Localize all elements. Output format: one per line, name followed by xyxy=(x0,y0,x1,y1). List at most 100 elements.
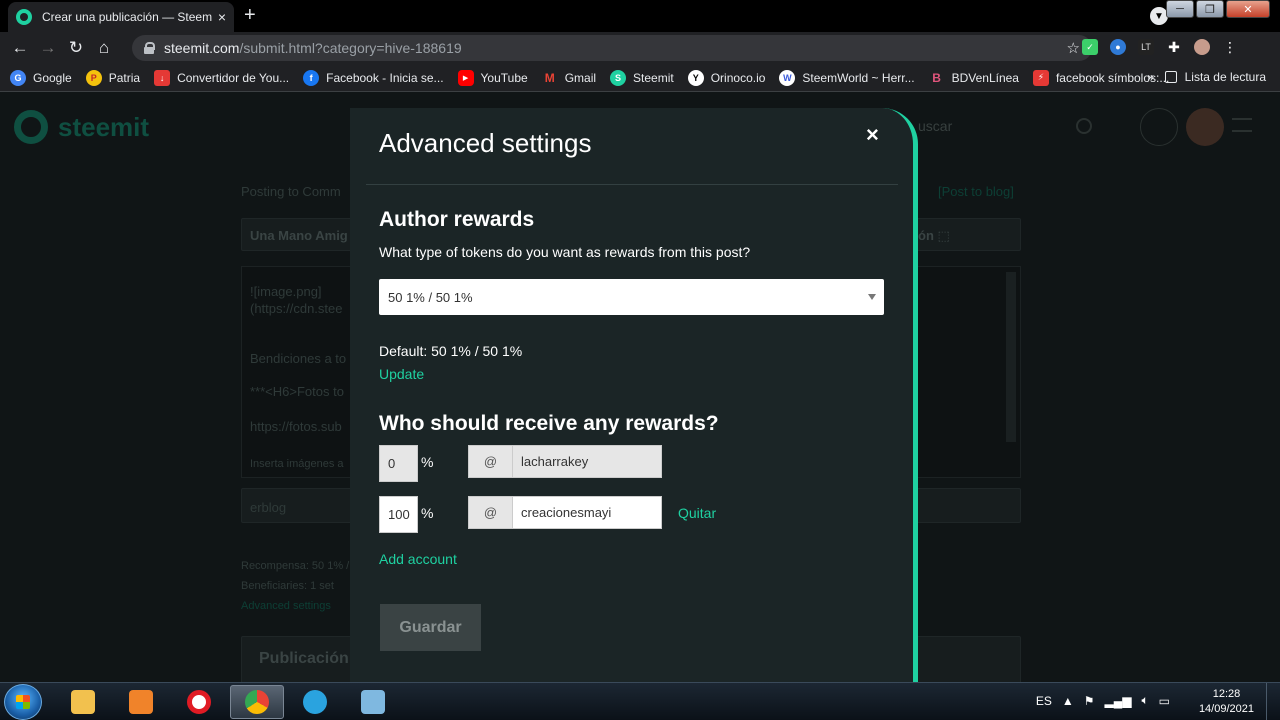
beneficiary-account-input[interactable]: creacionesmayi xyxy=(512,496,662,529)
media-player-icon xyxy=(129,690,153,714)
taskbar-notepad[interactable] xyxy=(346,685,400,719)
browser-toolbar: ← → ↻ ⌂ steemit.com/submit.html?category… xyxy=(0,32,1280,64)
body-line: ***<H6>Fotos to xyxy=(250,384,344,399)
bookmark-steemworld[interactable]: W SteemWorld ~ Herr... xyxy=(779,69,915,86)
percent-sign: % xyxy=(421,454,434,470)
extension-globe-icon[interactable]: ● xyxy=(1110,39,1126,55)
bookmarks-bar: G Google P Patria ↓ Convertidor de You... f… xyxy=(0,64,1280,92)
orinoco-icon: Y xyxy=(687,69,704,86)
bookmark-youtube[interactable]: ▶ YouTube xyxy=(457,69,528,86)
close-icon[interactable]: × xyxy=(866,122,879,148)
bookmark-steemit[interactable]: S Steemit xyxy=(610,69,674,86)
beneficiary-percent-input[interactable]: 100 xyxy=(379,496,418,533)
taskbar-opera[interactable] xyxy=(172,685,226,719)
at-sign-addon: @ xyxy=(468,445,513,478)
url-text: steemit.com/submit.html?category=hive-18… xyxy=(164,40,462,56)
tray-expand-icon[interactable]: ▲ xyxy=(1062,694,1074,708)
add-account-link[interactable]: Add account xyxy=(379,551,457,567)
post-to-blog-link: [Post to blog] xyxy=(938,184,1014,199)
reload-icon[interactable]: ↻ xyxy=(62,38,90,58)
extension-text-icon[interactable]: LT xyxy=(1138,39,1154,55)
body-line: ![image.png] xyxy=(250,284,322,299)
body-line: (https://cdn.stee xyxy=(250,301,343,316)
extension-shield-icon[interactable]: ✓ xyxy=(1082,39,1098,55)
taskbar-telegram[interactable] xyxy=(288,685,342,719)
chrome-icon xyxy=(245,690,269,714)
search-placeholder: uscar xyxy=(918,118,953,134)
beneficiary-percent-input[interactable]: 0 xyxy=(379,445,418,482)
tab-close-icon[interactable]: × xyxy=(218,9,226,25)
lock-icon[interactable] xyxy=(144,42,155,54)
hamburger-menu-icon xyxy=(1232,118,1252,132)
update-link[interactable]: Update xyxy=(379,366,424,382)
beneficiary-account-input[interactable]: lacharrakey xyxy=(512,445,662,478)
rewards-question: What type of tokens do you want as rewar… xyxy=(379,244,751,260)
bookmark-gmail[interactable]: M Gmail xyxy=(542,70,596,86)
language-indicator[interactable]: ES xyxy=(1036,694,1052,708)
youtube-icon: ▶ xyxy=(457,69,474,86)
steemit-logo-icon xyxy=(14,110,48,144)
title-field-text: Una Mano Amig xyxy=(250,228,348,243)
taskbar-file-explorer[interactable] xyxy=(56,685,110,719)
body-line: Bendiciones a to xyxy=(250,351,347,366)
bookmark-patria[interactable]: P Patria xyxy=(85,69,140,86)
browser-menu-icon[interactable]: ⋮ xyxy=(1222,39,1238,55)
new-tab-button[interactable]: + xyxy=(244,4,256,27)
address-bar[interactable]: steemit.com/submit.html?category=hive-18… xyxy=(132,35,1092,61)
start-button[interactable] xyxy=(4,684,42,720)
back-arrow-icon[interactable]: ← xyxy=(6,38,34,58)
extensions-puzzle-icon[interactable]: ✚ xyxy=(1166,39,1182,55)
rewards-type-select[interactable]: 50 1% / 50 1% xyxy=(379,279,884,315)
browser-tab-active[interactable]: Crear una publicación — Steemit × xyxy=(8,2,234,32)
bdv-icon: B xyxy=(932,70,941,85)
steemit-favicon-icon xyxy=(16,9,32,25)
maximize-button[interactable]: ❐ xyxy=(1196,0,1224,18)
bookmark-facebook[interactable]: f Facebook - Inicia se... xyxy=(303,69,444,86)
taskbar-media-player[interactable] xyxy=(114,685,168,719)
battery-icon[interactable]: ▭ xyxy=(1159,694,1170,708)
modal-divider xyxy=(366,184,898,185)
default-rewards-text: Default: 50 1% / 50 1% xyxy=(379,343,523,359)
bookmarks-overflow-icon[interactable]: » xyxy=(1147,70,1154,84)
volume-icon[interactable]: 🔈︎ xyxy=(1141,693,1148,708)
search-icon xyxy=(1076,118,1092,134)
telegram-icon xyxy=(303,690,327,714)
remove-beneficiary-link[interactable]: Quitar xyxy=(678,505,716,521)
minimize-button[interactable]: ─ xyxy=(1166,0,1194,18)
bookmark-converter[interactable]: ↓ Convertidor de You... xyxy=(154,69,289,86)
beneficiaries-heading: Who should receive any rewards? xyxy=(379,412,719,435)
bookmark-orinoco[interactable]: Y Orinoco.io xyxy=(687,69,765,86)
steemit-icon: S xyxy=(610,69,627,86)
body-hint: Inserta imágenes a xyxy=(250,458,344,470)
title-field-right-text: ón ⬚ xyxy=(918,228,950,243)
bookmark-google[interactable]: G Google xyxy=(10,69,72,86)
beneficiaries-info: Beneficiaries: 1 set xyxy=(241,580,334,592)
bolt-icon: ⚡ xyxy=(1032,69,1049,86)
google-icon: G xyxy=(10,69,26,86)
network-signal-icon[interactable]: ▂▄▆ xyxy=(1104,694,1131,708)
clock-time: 12:28 xyxy=(1212,688,1241,700)
save-button[interactable]: Guardar xyxy=(380,604,481,651)
reading-list-button[interactable]: Lista de lectura xyxy=(1164,70,1266,84)
taskbar-clock[interactable]: 12:28 14/09/2021 xyxy=(1199,687,1254,717)
home-icon[interactable]: ⌂ xyxy=(90,38,118,58)
pencil-icon xyxy=(1140,108,1178,146)
reading-list-icon xyxy=(1164,71,1177,83)
folder-icon xyxy=(71,690,95,714)
windows-taskbar: ES ▲ ⚑ ▂▄▆ 🔈︎ ▭ 12:28 14/09/2021 xyxy=(0,682,1280,720)
show-desktop-button[interactable] xyxy=(1266,683,1280,720)
taskbar-chrome[interactable] xyxy=(230,685,284,719)
body-line: https://fotos.sub xyxy=(250,419,342,434)
window-close-button[interactable]: ✕ xyxy=(1226,0,1270,18)
browser-titlebar: Crear una publicación — Steemit × + ▼ ─ … xyxy=(0,0,1280,32)
facebook-icon: f xyxy=(303,69,320,86)
forward-arrow-icon[interactable]: → xyxy=(34,38,62,58)
profile-avatar[interactable] xyxy=(1194,39,1210,55)
action-center-flag-icon[interactable]: ⚑ xyxy=(1084,694,1095,708)
advanced-settings-modal: Advanced settings × Author rewards What … xyxy=(350,108,918,688)
advanced-settings-link: Advanced settings xyxy=(241,600,331,612)
window-controls: ─ ❐ ✕ xyxy=(1166,0,1270,18)
editor-scrollbar xyxy=(1006,272,1016,442)
bookmark-bdv[interactable]: B BDVenLínea xyxy=(929,70,1019,86)
bookmark-star-icon[interactable]: ☆ xyxy=(1067,39,1080,57)
